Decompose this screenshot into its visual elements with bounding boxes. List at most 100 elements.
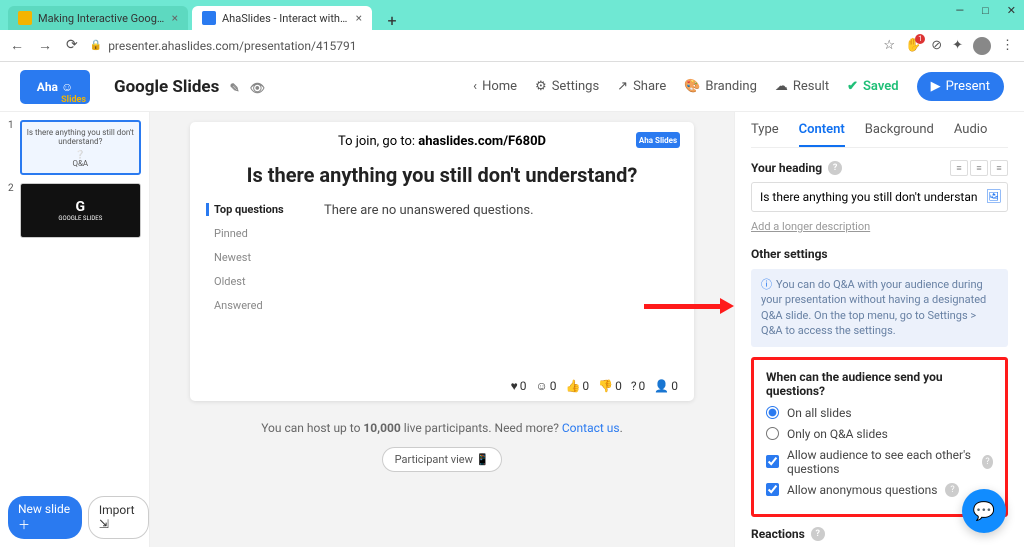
import-button[interactable]: Import ⇲: [88, 496, 149, 539]
home-link[interactable]: ‹Home: [473, 79, 517, 94]
thumbnail[interactable]: 2 G GOOGLE SLIDES: [8, 183, 141, 238]
new-slide-button[interactable]: New slide ＋: [8, 496, 82, 539]
doc-title-text: Google Slides: [114, 77, 219, 97]
slide-stats: ♥0 ☺0 👍0 👎0 ?0 👤0: [206, 379, 678, 393]
filter-newest[interactable]: Newest: [206, 251, 306, 264]
menu-icon[interactable]: ⋮: [1001, 38, 1014, 53]
slide-preview: Aha Slides To join, go to: ahaslides.com…: [190, 122, 694, 401]
filter-answered[interactable]: Answered: [206, 299, 306, 312]
check-icon: ✔: [847, 79, 858, 94]
reload-icon[interactable]: ⟳: [66, 37, 78, 54]
annotation-arrow: [644, 299, 734, 313]
align-right-icon[interactable]: ≡: [990, 160, 1008, 176]
ahaslides-badge: Aha Slides: [636, 132, 680, 148]
forward-icon[interactable]: →: [38, 37, 52, 54]
block-icon[interactable]: ⊘: [931, 38, 942, 53]
lock-icon: 🔒: [90, 40, 102, 51]
thumbnail[interactable]: 1 Is there anything you still don't unde…: [8, 120, 141, 175]
tab-title: Making Interactive Google Slides: [38, 12, 166, 25]
thumb-title: G: [76, 199, 86, 215]
stat-people: 👤0: [654, 379, 678, 393]
play-icon: ▶: [931, 79, 941, 94]
tab-content[interactable]: Content: [799, 122, 845, 147]
stat-smile: ☺0: [535, 379, 556, 393]
align-center-icon[interactable]: ≡: [970, 160, 988, 176]
empty-message: There are no unanswered questions.: [324, 203, 534, 373]
back-icon[interactable]: ←: [10, 37, 24, 54]
info-box: ⓘYou can do Q&A with your audience durin…: [751, 269, 1008, 347]
ahaslides-logo[interactable]: Aha ☺: [20, 70, 90, 104]
cloud-icon: ☁: [775, 79, 788, 94]
url-text: presenter.ahaslides.com/presentation/415…: [108, 39, 356, 53]
doc-title[interactable]: Google Slides ✎ 👁: [114, 77, 265, 97]
visibility-icon[interactable]: 👁: [250, 81, 265, 95]
add-description-link[interactable]: Add a longer description: [751, 220, 870, 233]
join-instructions: To join, go to: ahaslides.com/F680D: [206, 134, 678, 149]
chk-see-questions[interactable]: Allow audience to see each other's quest…: [766, 448, 993, 476]
stat-heart: ♥0: [511, 379, 527, 393]
share-link[interactable]: ↗Share: [617, 79, 666, 94]
contact-link[interactable]: Contact us: [562, 421, 620, 435]
maximize-icon[interactable]: □: [982, 4, 989, 17]
tab-type[interactable]: Type: [751, 122, 779, 147]
close-window-icon[interactable]: ✕: [1007, 4, 1016, 17]
saved-status: ✔Saved: [847, 79, 898, 94]
thumb-title: Is there anything you still don't unders…: [26, 128, 135, 146]
settings-link[interactable]: ⚙Settings: [535, 79, 599, 94]
favicon-icon: [202, 11, 216, 25]
opt-all-slides[interactable]: On all slides: [766, 406, 993, 420]
image-icon[interactable]: 🖼: [985, 190, 1002, 205]
result-link[interactable]: ☁Result: [775, 79, 829, 94]
filter-oldest[interactable]: Oldest: [206, 275, 306, 288]
opt-qa-slides[interactable]: Only on Q&A slides: [766, 427, 993, 441]
other-settings-label: Other settings: [751, 247, 1008, 261]
question-filters: Top questions Pinned Newest Oldest Answe…: [206, 203, 306, 373]
tab-background[interactable]: Background: [865, 122, 934, 147]
help-icon[interactable]: ?: [811, 527, 825, 541]
filter-pinned[interactable]: Pinned: [206, 227, 306, 240]
branding-link[interactable]: 🎨Branding: [684, 79, 757, 94]
url-field[interactable]: 🔒 presenter.ahaslides.com/presentation/4…: [90, 39, 872, 53]
bookmark-icon[interactable]: ☆: [883, 38, 895, 53]
tab-title: AhaSlides - Interact with your au: [222, 12, 350, 25]
app-header: Aha ☺ Google Slides ✎ 👁 ‹Home ⚙Settings …: [0, 62, 1024, 112]
filter-top[interactable]: Top questions: [206, 203, 306, 216]
address-bar: ← → ⟳ 🔒 presenter.ahaslides.com/presenta…: [0, 30, 1024, 62]
extensions-icon[interactable]: ✦: [952, 38, 963, 53]
help-icon[interactable]: ?: [982, 455, 993, 469]
present-button[interactable]: ▶Present: [917, 72, 1004, 101]
thumb-sub: Q&A: [72, 159, 88, 168]
new-tab-button[interactable]: +: [382, 10, 402, 30]
chk-anonymous[interactable]: Allow anonymous questions ?: [766, 483, 993, 497]
tab-audio[interactable]: Audio: [954, 122, 987, 147]
heading-label: Your heading ? ≡ ≡ ≡: [751, 160, 1008, 176]
qa-icon: ❔: [75, 150, 85, 159]
browser-tab-active[interactable]: AhaSlides - Interact with your au ×: [192, 6, 372, 30]
favicon-icon: [18, 11, 32, 25]
when-label: When can the audience send you questions…: [766, 370, 993, 398]
edit-icon[interactable]: ✎: [230, 81, 240, 95]
thumb-number: 1: [8, 120, 14, 175]
panel-tabs: Type Content Background Audio: [751, 122, 1008, 148]
slide-thumbnails: 1 Is there anything you still don't unde…: [0, 112, 150, 547]
adblock-icon[interactable]: ✋: [905, 38, 921, 53]
gear-icon: ⚙: [535, 79, 547, 94]
align-left-icon[interactable]: ≡: [950, 160, 968, 176]
stat-thumbsup: 👍0: [565, 379, 589, 393]
profile-avatar[interactable]: [973, 37, 991, 55]
minimize-icon[interactable]: —: [956, 4, 965, 17]
help-icon[interactable]: ?: [945, 483, 959, 497]
host-info: You can host up to 10,000 live participa…: [261, 421, 623, 435]
heading-input[interactable]: [751, 182, 1008, 212]
close-icon[interactable]: ×: [356, 11, 362, 25]
close-icon[interactable]: ×: [172, 11, 178, 25]
palette-icon: 🎨: [684, 79, 700, 94]
chat-fab[interactable]: 💬: [962, 489, 1006, 533]
stat-question: ?0: [631, 379, 645, 393]
reactions-label: Reactions ?: [751, 527, 1008, 541]
browser-tab[interactable]: Making Interactive Google Slides ×: [8, 6, 188, 30]
help-icon[interactable]: ?: [828, 161, 842, 175]
participant-view-button[interactable]: Participant view 📱: [382, 447, 503, 472]
share-icon: ↗: [617, 79, 628, 94]
info-icon: ⓘ: [761, 278, 772, 291]
